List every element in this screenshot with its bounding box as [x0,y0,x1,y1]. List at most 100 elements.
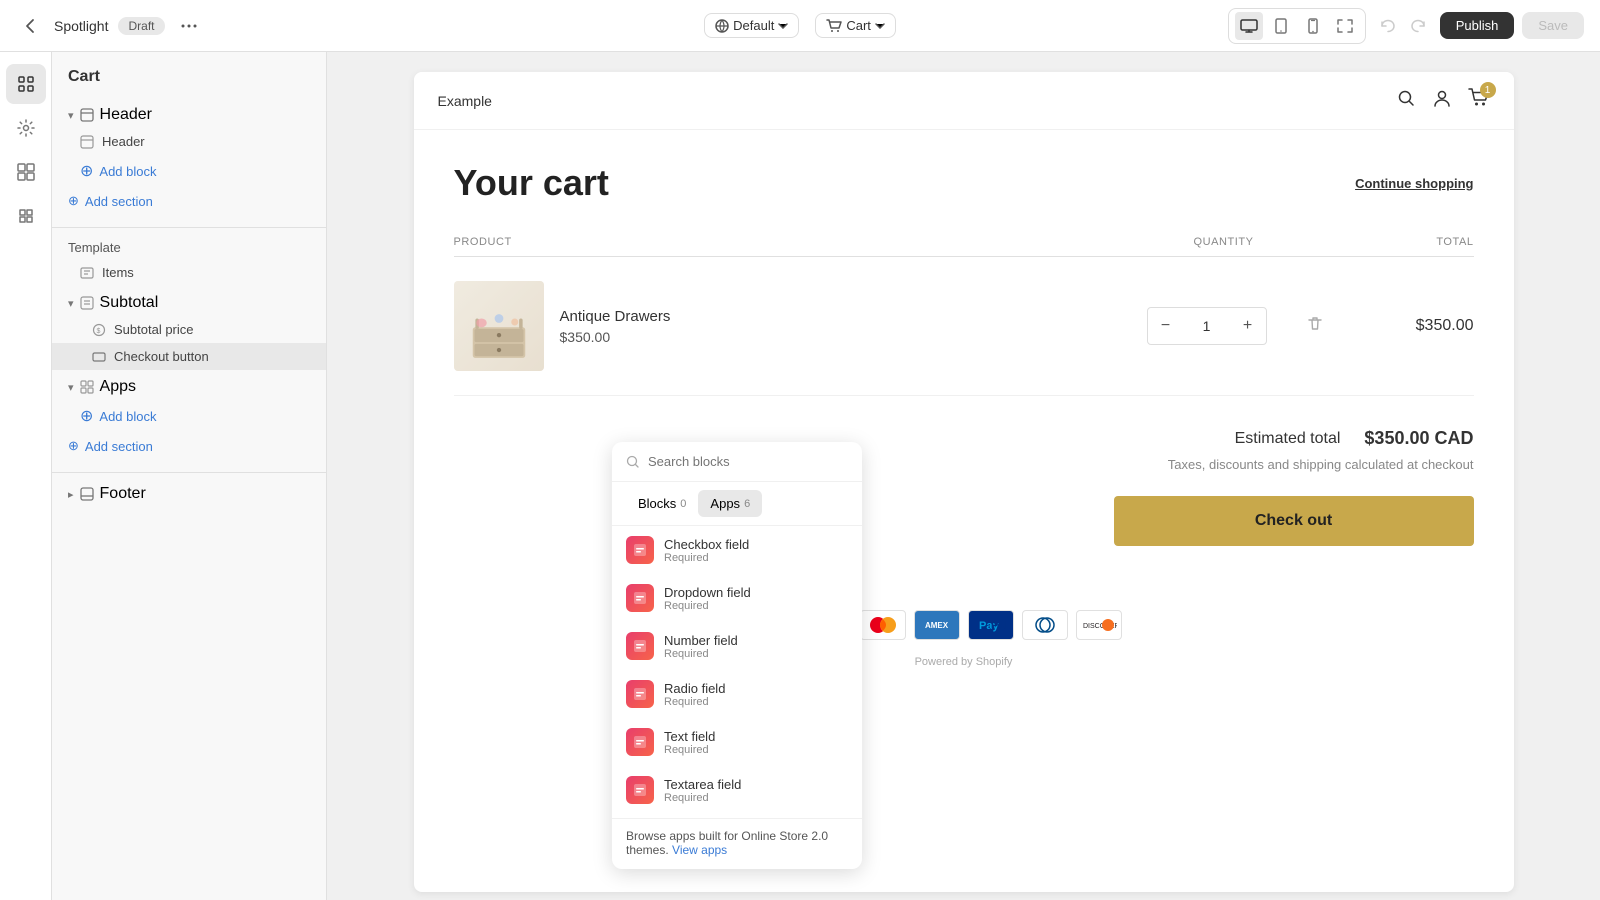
drawer-product-image [464,301,534,371]
popup-item[interactable]: Checkbox field Required [612,526,862,574]
sidebar-settings-icon[interactable] [6,108,46,148]
add-section-plus-icon: ⊕ [68,193,79,209]
publish-button[interactable]: Publish [1440,12,1515,39]
sidebar-blocks-icon[interactable] [6,152,46,192]
checkout-button[interactable]: Check out [1114,496,1474,546]
undo-redo-group [1374,12,1432,40]
popup-item-sub: Required [664,696,725,708]
panel-title: Cart [52,52,326,98]
mastercard-icon [860,610,906,640]
apps-tab[interactable]: Apps 6 [698,490,762,517]
header-add-section-button[interactable]: ⊕ Add section [52,187,326,215]
footer-section-icon [80,487,94,501]
apps-add-block-button[interactable]: ⊕ Add block [52,400,326,432]
popup-footer: Browse apps built for Online Store 2.0 t… [612,818,862,861]
store-name: Example [438,93,492,109]
popup-item[interactable]: Radio field Required [612,670,862,718]
popup-item[interactable]: Text field Required [612,718,862,766]
popup-item-info: Radio field Required [664,681,725,708]
fullscreen-icon-button[interactable] [1331,12,1359,40]
sidebar-sections-icon[interactable] [6,64,46,104]
header-section-header[interactable]: ▾ Header [52,98,326,128]
divider-2 [52,472,326,473]
items-label: Items [102,265,134,280]
blocks-tab-label: Blocks [638,496,676,511]
footer-section-header[interactable]: ▸ Footer [52,477,326,507]
default-selector[interactable]: Default [704,13,799,38]
popup-item-info: Checkbox field Required [664,537,749,564]
popup-item[interactable]: Textarea field Required [612,766,862,814]
paypal-icon: PayPal [968,610,1014,640]
header-icons: 1 [1396,88,1490,113]
header-add-block-button[interactable]: ⊕ Add block [52,155,326,187]
more-button[interactable] [175,12,203,40]
discover-icon: DISCOVER [1076,610,1122,640]
desktop-icon-button[interactable] [1235,12,1263,40]
quantity-increase-button[interactable]: + [1230,308,1266,344]
blocks-tab[interactable]: Blocks 0 [626,490,698,517]
save-button[interactable]: Save [1522,12,1584,39]
cart-selector[interactable]: Cart [815,13,896,38]
checkout-button-item[interactable]: Checkout button [52,343,326,370]
item-total: $350.00 [1324,317,1474,335]
view-apps-link[interactable]: View apps [672,843,727,857]
apps-add-section-button[interactable]: ⊕ Add section [52,432,326,460]
popup-item-info: Text field Required [664,729,715,756]
header-section-label: Header [100,106,152,124]
checkout-button-icon [92,350,106,364]
apps-section-header[interactable]: ▾ Apps [52,370,326,400]
header-collapse-icon: ▾ [68,109,74,122]
quantity-control[interactable]: − 1 + [1147,307,1267,345]
redo-button[interactable] [1404,12,1432,40]
blocks-tab-count: 0 [680,498,686,510]
popup-item-sub: Required [664,648,738,660]
subtotal-label: Subtotal [100,294,159,312]
checkout-button-label: Checkout button [114,349,209,364]
subtotal-price-item[interactable]: $ Subtotal price [52,316,326,343]
tablet-icon-button[interactable] [1267,12,1295,40]
header-item-label: Header [102,134,145,149]
col-product-label: PRODUCT [454,236,1124,248]
main-layout: Cart ▾ Header Header ⊕ Add block ⊕ Add s… [0,52,1600,900]
device-icons-group [1228,8,1366,44]
popup-item-info: Dropdown field Required [664,585,751,612]
cart-item-row: Antique Drawers $350.00 − 1 + [454,257,1474,396]
left-panel: Cart ▾ Header Header ⊕ Add block ⊕ Add s… [52,52,327,900]
svg-text:$: $ [97,328,101,335]
cart-title-row: Your cart Continue shopping [454,162,1474,204]
continue-shopping-link[interactable]: Continue shopping [1355,176,1473,191]
search-blocks-input[interactable] [648,454,848,469]
item-image-inner [454,281,544,371]
cart-badge: 1 [1480,82,1496,98]
undo-button[interactable] [1374,12,1402,40]
popup-tabs: Blocks 0 Apps 6 [612,482,862,526]
subtotal-section-header[interactable]: ▾ Subtotal [52,286,326,316]
delete-item-button[interactable] [1306,315,1324,338]
account-icon[interactable] [1432,88,1452,113]
add-block-label: Add block [99,164,156,179]
draft-badge[interactable]: Draft [118,17,164,35]
estimated-label: Estimated total [1235,430,1341,448]
popup-item[interactable]: Number field Required [612,622,862,670]
add-block-popup: Blocks 0 Apps 6 Checkbox field Required [612,442,862,869]
items-item[interactable]: Items [52,259,326,286]
popup-item[interactable]: Dropdown field Required [612,574,862,622]
estimated-value: $350.00 CAD [1364,428,1473,449]
popup-search-icon [626,455,640,469]
item-info: Antique Drawers $350.00 [560,308,671,345]
back-button[interactable] [16,12,44,40]
item-product: Antique Drawers $350.00 [454,281,1124,371]
apps-add-block-label: Add block [99,409,156,424]
cart-icon[interactable]: 1 [1468,88,1490,113]
apps-tab-count: 6 [744,498,750,510]
apps-label: Apps [100,378,136,396]
header-item-icon [80,135,94,149]
default-label: Default [733,18,774,33]
subtotal-price-icon: $ [92,323,106,337]
header-item[interactable]: Header [52,128,326,155]
estimated-row: Estimated total $350.00 CAD [1235,428,1474,449]
sidebar-apps-icon[interactable] [6,196,46,236]
mobile-icon-button[interactable] [1299,12,1327,40]
quantity-decrease-button[interactable]: − [1148,308,1184,344]
search-icon[interactable] [1396,88,1416,113]
